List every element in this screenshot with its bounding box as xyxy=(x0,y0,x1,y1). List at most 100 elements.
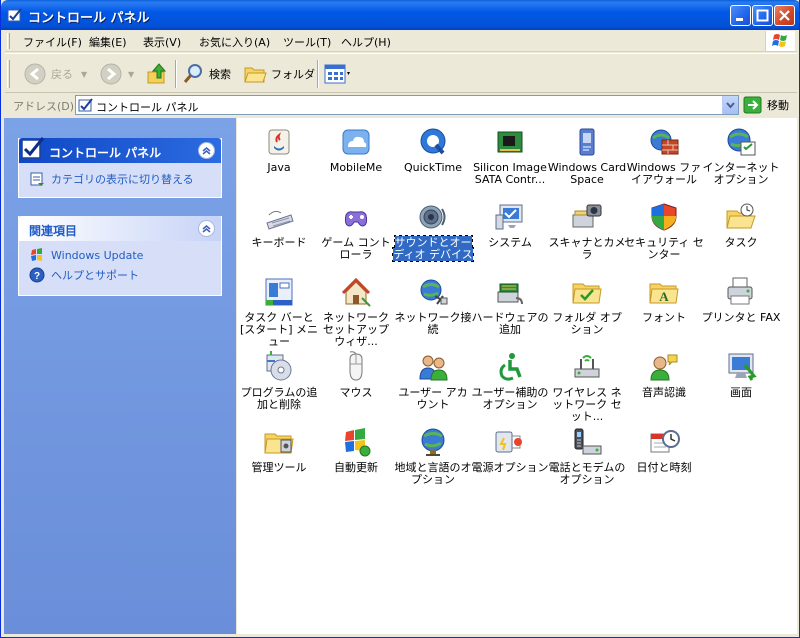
item-label: プリンタと FAX xyxy=(701,311,781,324)
svg-text:?: ? xyxy=(34,271,40,282)
item-label: ネットワーク接続 xyxy=(394,311,472,336)
tasks-icon xyxy=(726,203,756,229)
control-panel-item-printers-fax[interactable]: プリンタと FAX xyxy=(701,272,781,344)
help-icon: ? xyxy=(29,267,45,283)
folders-button[interactable]: フォルダ xyxy=(243,59,315,89)
go-button[interactable]: 移動 xyxy=(743,96,789,114)
control-panel-item-add-hardware[interactable]: ハードウェアの追加 xyxy=(470,272,550,344)
folders-label: フォルダ xyxy=(271,68,315,81)
windows-flag-icon xyxy=(772,34,787,47)
control-panel-item-cardspace[interactable]: Windows CardSpace xyxy=(547,122,627,194)
control-panel-item-network-setup[interactable]: ネットワーク セットアップ ウィザ... xyxy=(316,272,396,348)
switch-to-category-view-link[interactable]: カテゴリの表示に切り替える xyxy=(19,169,221,189)
item-label: QuickTime xyxy=(403,161,463,174)
minimize-icon xyxy=(736,18,743,21)
control-panel-icon xyxy=(7,8,22,22)
control-panel-item-power-options[interactable]: 電源オプション xyxy=(470,422,550,494)
control-panel-item-add-remove-programs[interactable]: プログラムの追加と削除 xyxy=(239,347,319,419)
control-panel-item-quicktime[interactable]: QuickTime xyxy=(393,122,473,194)
control-panel-item-network-connections[interactable]: ネットワーク接続 xyxy=(393,272,473,344)
menu-tools[interactable]: ツール(T) xyxy=(283,34,331,50)
control-panel-item-firewall[interactable]: Windows ファイアウォール xyxy=(624,122,704,194)
control-panel-item-keyboard[interactable]: キーボード xyxy=(239,197,319,269)
up-folder-icon xyxy=(147,63,167,84)
menu-favorites[interactable]: お気に入り(A) xyxy=(199,34,270,50)
item-label: 電話とモデムのオプション xyxy=(548,461,626,486)
item-label: ワイヤレス ネットワーク セット... xyxy=(552,386,622,423)
title-bar[interactable]: コントロール パネル xyxy=(1,0,799,30)
control-panel-item-sata-controller[interactable]: Silicon Image SATA Contr... xyxy=(470,122,550,194)
control-panel-item-folder-options[interactable]: フォルダ オプション xyxy=(547,272,627,344)
control-panel-item-sound[interactable]: サウンドとオーディオ デバイス xyxy=(392,197,474,269)
control-panel-item-display[interactable]: 画面 xyxy=(701,347,781,419)
control-panel-item-regional-language[interactable]: 地域と言語のオプション xyxy=(393,422,473,494)
control-panel-item-system[interactable]: システム xyxy=(470,197,550,269)
control-panel-item-java[interactable]: Java xyxy=(239,122,319,194)
address-dropdown-button[interactable] xyxy=(722,96,738,114)
item-label: 地域と言語のオプション xyxy=(394,461,472,486)
forward-button[interactable]: ▼ xyxy=(99,59,134,89)
help-support-link[interactable]: ? ヘルプとサポート xyxy=(19,265,221,285)
collapse-button[interactable] xyxy=(198,142,215,159)
security-center-icon xyxy=(651,203,677,231)
category-view-icon xyxy=(30,172,44,186)
views-button[interactable] xyxy=(323,59,351,89)
add-remove-programs-icon xyxy=(266,351,292,381)
item-label: ネットワーク セットアップ ウィザ... xyxy=(323,311,389,348)
control-panel-icon xyxy=(21,137,45,159)
control-panel-item-fonts[interactable]: A フォント xyxy=(624,272,704,344)
back-dropdown-icon[interactable]: ▼ xyxy=(81,70,87,79)
address-input[interactable]: コントロール パネル xyxy=(75,95,739,115)
control-panel-item-admin-tools[interactable]: 管理ツール xyxy=(239,422,319,494)
address-value: コントロール パネル xyxy=(96,101,199,114)
control-panel-item-date-time[interactable]: 日付と時刻 xyxy=(624,422,704,494)
minimize-button[interactable] xyxy=(730,5,751,26)
menu-file[interactable]: ファイル(F) xyxy=(23,34,82,50)
toolbar-grip[interactable] xyxy=(7,60,10,88)
collapse-button[interactable] xyxy=(198,220,215,237)
views-icon xyxy=(324,64,350,84)
control-panel-icon xyxy=(78,98,93,112)
close-button[interactable] xyxy=(774,5,795,26)
item-label: サウンドとオーディオ デバイス xyxy=(392,235,474,262)
control-panel-item-tasks[interactable]: タスク xyxy=(701,197,781,269)
control-panel-item-wireless-setup[interactable]: ワイヤレス ネットワーク セット... xyxy=(547,347,627,423)
search-button[interactable]: 検索 xyxy=(181,59,231,89)
control-panel-item-taskbar[interactable]: タスク バーと [スタート] メニュー xyxy=(239,272,319,348)
item-label: MobileMe xyxy=(329,161,383,174)
control-panel-item-speech-recognition[interactable]: 音声認識 xyxy=(624,347,704,419)
control-panel-item-internet-options[interactable]: インターネット オプション xyxy=(701,122,781,194)
power-options-icon xyxy=(495,431,522,453)
menu-view[interactable]: 表示(V) xyxy=(143,34,181,50)
forward-dropdown-icon[interactable]: ▼ xyxy=(128,70,134,79)
control-panel-item-phone-modem[interactable]: 電話とモデムのオプション xyxy=(547,422,627,494)
control-panel-item-user-accounts[interactable]: ユーザー アカウント xyxy=(393,347,473,419)
user-accounts-icon xyxy=(419,355,448,381)
maximize-button[interactable] xyxy=(752,5,773,26)
back-button[interactable]: 戻る ▼ xyxy=(23,59,87,89)
control-panel-item-automatic-updates[interactable]: 自動更新 xyxy=(316,422,396,494)
item-label: ゲーム コントローラ xyxy=(321,236,391,261)
control-panel-item-scanner-camera[interactable]: スキャナとカメラ xyxy=(547,197,627,269)
go-arrow-icon xyxy=(743,96,762,114)
item-label: 音声認識 xyxy=(642,386,686,399)
up-button[interactable] xyxy=(145,59,169,89)
control-panel-item-mobileme[interactable]: MobileMe xyxy=(316,122,396,194)
control-panel-item-game-controller[interactable]: ゲーム コントローラ xyxy=(316,197,396,269)
item-label: キーボード xyxy=(251,236,307,249)
control-panel-section-title: コントロール パネル xyxy=(49,146,162,160)
chevron-up-icon xyxy=(202,147,211,155)
svg-text:A: A xyxy=(659,289,669,304)
control-panel-item-mouse[interactable]: マウス xyxy=(316,347,396,419)
control-panel-item-security-center[interactable]: セキュリティ センター xyxy=(624,197,704,269)
related-topics-header[interactable]: 関連項目 xyxy=(19,216,221,241)
menu-grip[interactable] xyxy=(7,33,10,49)
menu-edit[interactable]: 編集(E) xyxy=(89,34,127,50)
date-time-icon xyxy=(650,430,680,453)
control-panel-item-accessibility[interactable]: ユーザー補助のオプション xyxy=(470,347,550,419)
windows-update-link[interactable]: Windows Update xyxy=(19,245,221,265)
mouse-icon xyxy=(349,351,363,381)
item-label: フォント xyxy=(642,311,686,324)
menu-help[interactable]: ヘルプ(H) xyxy=(341,34,391,50)
control-panel-section-header[interactable]: コントロール パネル xyxy=(19,137,221,163)
